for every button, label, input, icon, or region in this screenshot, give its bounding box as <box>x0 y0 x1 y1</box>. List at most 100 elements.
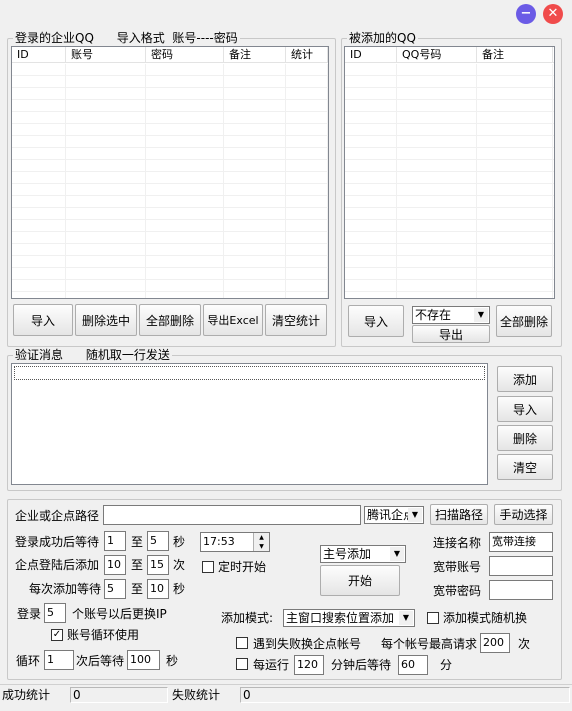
accounts-list-header: ID 账号 密码 备注 统计 <box>12 47 328 63</box>
to-label: 至 <box>131 582 144 596</box>
minutes-wait-input[interactable]: 60 <box>398 655 428 675</box>
column-id[interactable]: ID <box>345 47 397 62</box>
times-label: 次 <box>173 558 186 572</box>
path-input[interactable] <box>103 505 361 525</box>
fail-switch-label: 遇到失败换企点帐号 <box>253 637 362 651</box>
import-accounts-button[interactable]: 导入 <box>13 304 73 336</box>
delete-selected-button[interactable]: 删除选中 <box>75 304 137 336</box>
minutes-wait-label: 分钟后等待 <box>331 658 392 672</box>
add-from-input[interactable]: 10 <box>104 555 126 575</box>
status-bar: 成功统计 0 失败统计 0 <box>0 684 572 704</box>
target-qq-group-title: 被添加的QQ <box>347 31 418 45</box>
loop-accounts-checkbox[interactable]: ✓ <box>51 629 63 641</box>
every-run-label: 每运行 <box>253 658 290 672</box>
loop-accounts-label: 账号循环使用 <box>67 628 140 642</box>
login-wait-from-input[interactable]: 1 <box>104 531 126 551</box>
each-wait-from-input[interactable]: 5 <box>104 579 126 599</box>
login-wait-to-input[interactable]: 5 <box>147 531 169 551</box>
max-requests-label: 每个帐号最高请求 <box>381 637 478 651</box>
column-id[interactable]: ID <box>12 47 66 62</box>
broadband-password-input[interactable] <box>489 580 553 600</box>
dropdown-arrow-icon: ▼ <box>390 547 404 561</box>
each-wait-to-input[interactable]: 10 <box>147 579 169 599</box>
close-icon: ✕ <box>547 6 559 21</box>
every-run-checkbox[interactable] <box>236 658 248 670</box>
accounts-listview[interactable]: ID 账号 密码 备注 统计 <box>11 46 329 299</box>
scan-path-button[interactable]: 扫描路径 <box>430 504 488 525</box>
path-label: 企业或企点路径 <box>15 509 100 523</box>
logged-accounts-group-title: 登录的企业QQ 导入格式 账号----密码 <box>13 31 240 45</box>
delete-all-target-qq-button[interactable]: 全部删除 <box>496 305 552 337</box>
delete-all-accounts-button[interactable]: 全部删除 <box>139 304 201 336</box>
add-mode-select[interactable]: 主窗口搜索位置添加 ▼ <box>283 609 415 627</box>
verify-message-textarea[interactable] <box>11 363 488 485</box>
loop-label: 循环 <box>16 654 41 668</box>
column-note[interactable]: 备注 <box>477 47 553 62</box>
minutes-label: 分 <box>440 658 453 672</box>
random-mode-checkbox[interactable] <box>427 612 439 624</box>
seconds-label: 秒 <box>166 654 179 668</box>
close-button[interactable]: ✕ <box>543 4 563 24</box>
switch-ip-count-input[interactable]: 5 <box>44 603 66 623</box>
switch-ip-label: 个账号以后更换IP <box>72 607 167 621</box>
connection-name-input[interactable]: 宽带连接 <box>489 532 553 552</box>
spin-up-icon[interactable]: ▲ <box>253 533 269 542</box>
timer-start-checkbox[interactable] <box>202 561 214 573</box>
add-after-login-label: 企点登陆后添加 <box>15 558 100 572</box>
success-stats-value: 0 <box>70 687 168 703</box>
manual-select-button[interactable]: 手动选择 <box>494 504 553 525</box>
seconds-label: 秒 <box>173 535 186 549</box>
add-to-input[interactable]: 15 <box>147 555 169 575</box>
import-target-qq-button[interactable]: 导入 <box>348 305 404 337</box>
column-password[interactable]: 密码 <box>146 47 224 62</box>
clear-stats-button[interactable]: 清空统计 <box>265 304 327 336</box>
selected-line-marker <box>14 366 485 380</box>
login-label: 登录 <box>17 607 42 621</box>
fail-stats-value: 0 <box>240 687 570 703</box>
export-excel-button[interactable]: 导出Excel <box>203 304 263 336</box>
minus-icon: − <box>520 6 532 21</box>
import-message-button[interactable]: 导入 <box>497 396 553 422</box>
column-note[interactable]: 备注 <box>224 47 286 62</box>
to-label: 至 <box>131 558 144 572</box>
max-requests-input[interactable]: 200 <box>480 633 510 653</box>
add-mode-label: 添加模式: <box>221 611 274 625</box>
loop-wait-label: 次后等待 <box>76 654 125 668</box>
fail-switch-checkbox[interactable] <box>236 637 248 649</box>
times-label: 次 <box>518 637 531 651</box>
spin-down-icon[interactable]: ▼ <box>253 542 269 551</box>
client-type-select[interactable]: 腾讯企点 ▼ <box>364 506 424 524</box>
each-wait-label: 每次添加等待 <box>29 582 102 596</box>
column-qq-number[interactable]: QQ号码 <box>397 47 477 62</box>
random-mode-label: 添加模式随机换 <box>443 611 528 625</box>
fail-stats-label: 失败统计 <box>172 688 221 702</box>
main-account-select[interactable]: 主号添加 ▼ <box>320 545 406 563</box>
seconds-label: 秒 <box>173 582 186 596</box>
column-account[interactable]: 账号 <box>66 47 146 62</box>
start-button[interactable]: 开始 <box>320 565 400 596</box>
dropdown-arrow-icon: ▼ <box>399 611 413 625</box>
login-wait-label: 登录成功后等待 <box>15 535 100 549</box>
broadband-password-label: 宽带密码 <box>433 584 482 598</box>
add-message-button[interactable]: 添加 <box>497 366 553 392</box>
delete-message-button[interactable]: 删除 <box>497 425 553 451</box>
broadband-account-input[interactable] <box>489 556 553 576</box>
broadband-account-label: 宽带账号 <box>433 560 482 574</box>
timer-start-label: 定时开始 <box>218 560 267 574</box>
to-label: 至 <box>131 535 144 549</box>
loop-wait-input[interactable]: 100 <box>127 650 160 670</box>
every-run-input[interactable]: 120 <box>294 655 324 675</box>
dropdown-arrow-icon: ▼ <box>474 308 488 322</box>
checkmark-icon: ✓ <box>52 629 62 640</box>
export-target-qq-button[interactable]: 导出 <box>412 325 490 343</box>
column-stats[interactable]: 统计 <box>286 47 328 62</box>
target-qq-listview[interactable]: ID QQ号码 备注 <box>344 46 555 299</box>
existence-filter-select[interactable]: 不存在 ▼ <box>412 306 490 324</box>
loop-count-input[interactable]: 1 <box>44 650 74 670</box>
dropdown-arrow-icon: ▼ <box>408 508 422 522</box>
success-stats-label: 成功统计 <box>2 688 51 702</box>
clear-messages-button[interactable]: 清空 <box>497 454 553 480</box>
minimize-button[interactable]: − <box>516 4 536 24</box>
connection-name-label: 连接名称 <box>433 536 482 550</box>
target-qq-list-header: ID QQ号码 备注 <box>345 47 554 63</box>
